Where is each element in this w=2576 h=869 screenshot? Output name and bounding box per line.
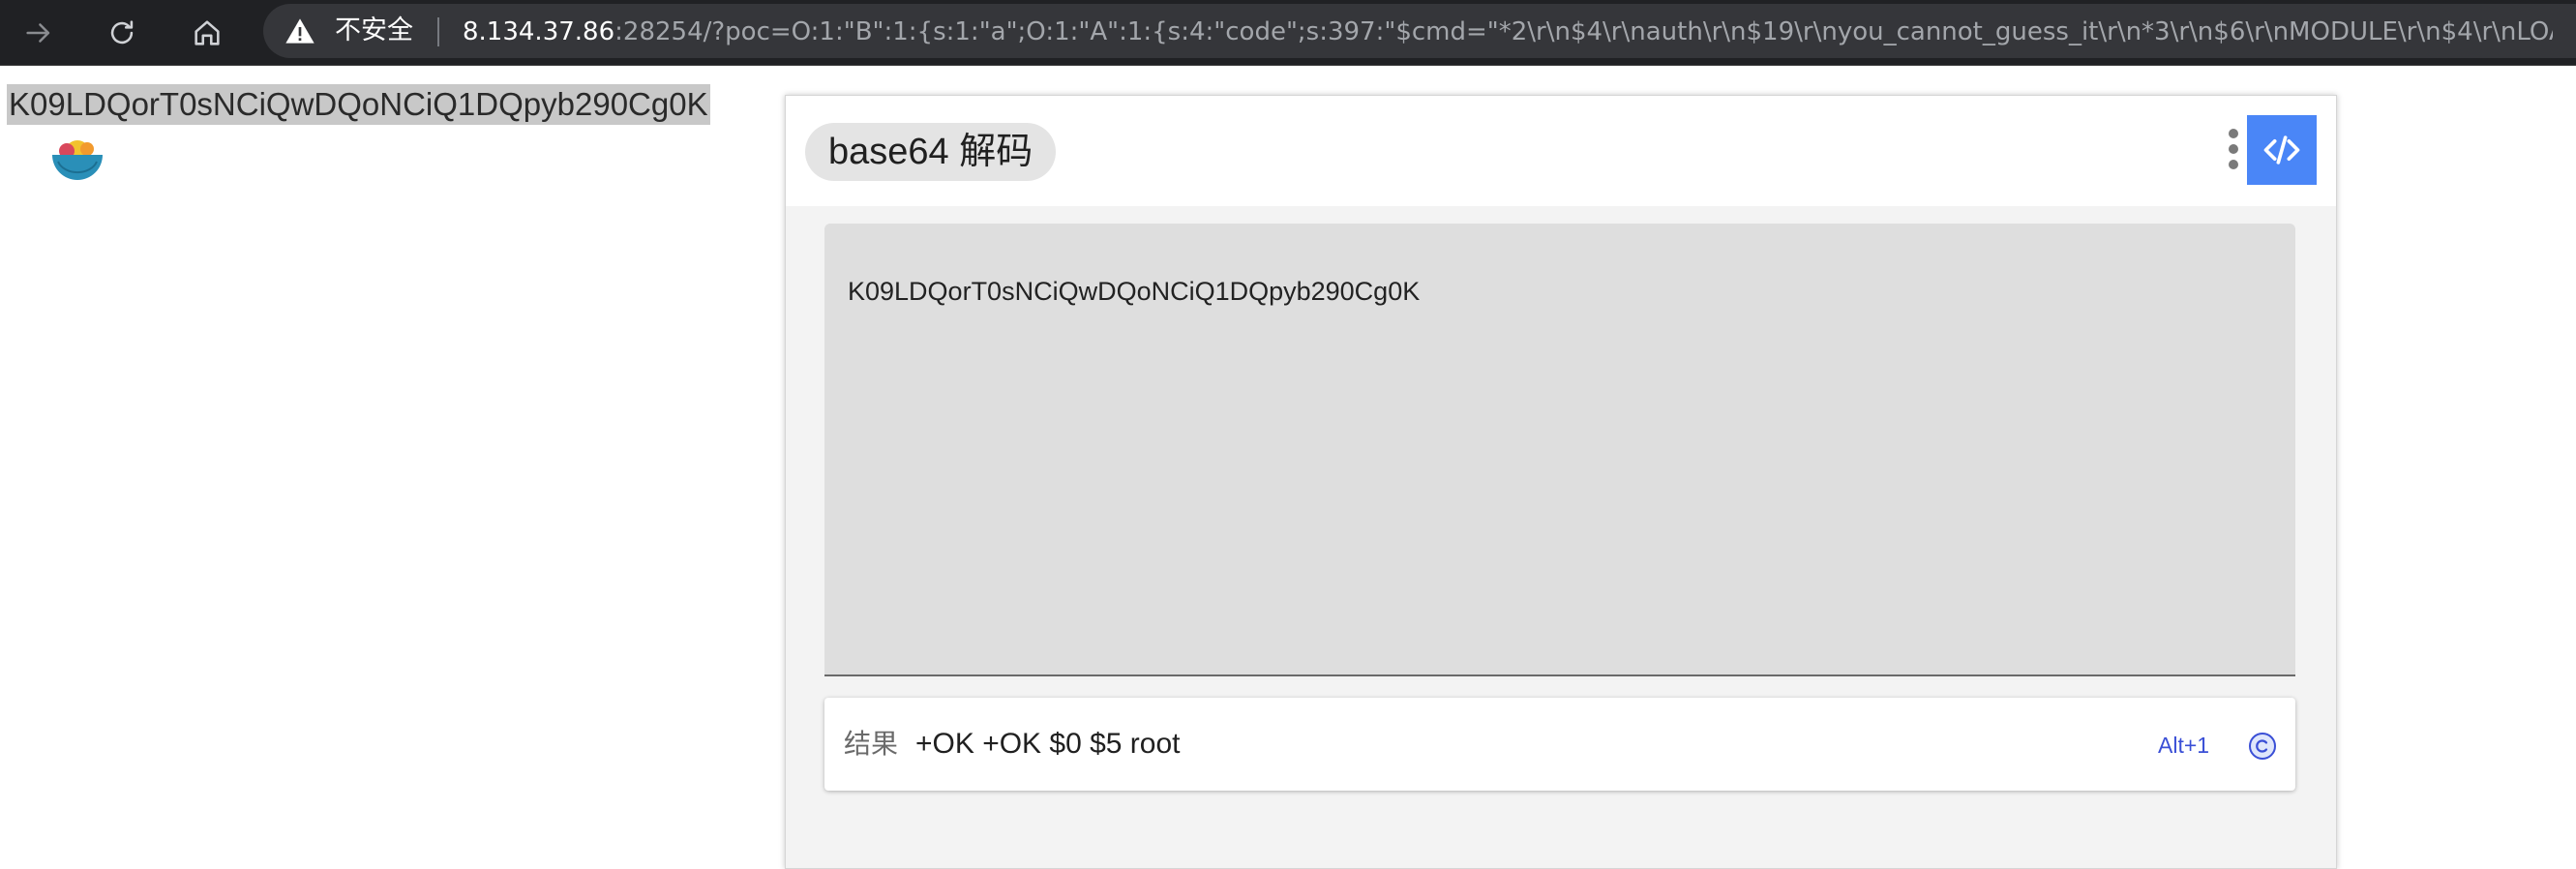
popup-title[interactable]: base64 解码 xyxy=(805,123,1057,181)
forward-button[interactable] xyxy=(17,12,60,54)
selected-text[interactable]: K09LDQorT0sNCiQwDQoNCiQ1DQpyb290Cg0K xyxy=(7,84,710,125)
url-path: :28254/?poc=O:1:"B":1:{s:1:"a";O:1:"A":1… xyxy=(614,17,2553,46)
warning-triangle-icon[interactable] xyxy=(285,15,315,46)
result-value[interactable]: +OK +OK $0 $5 root xyxy=(915,725,1181,764)
shortcut-hint: Alt+1 xyxy=(2158,733,2210,758)
security-status-label[interactable]: 不安全 xyxy=(335,14,413,48)
code-view-button[interactable] xyxy=(2247,115,2317,185)
copy-circle-icon[interactable] xyxy=(2247,731,2278,762)
result-label: 结果 xyxy=(844,728,899,760)
address-divider xyxy=(437,17,439,46)
url-host: 8.134.37.86 xyxy=(463,17,615,46)
address-bar[interactable]: 不安全 8.134.37.86:28254/?poc=O:1:"B":1:{s:… xyxy=(263,4,2576,58)
popup-header: base64 解码 xyxy=(786,96,2336,206)
source-textarea[interactable]: K09LDQorT0sNCiQwDQoNCiQ1DQpyb290Cg0K xyxy=(824,224,2295,676)
home-icon xyxy=(195,20,220,45)
decode-popup: base64 解码 K09LDQorT0sNCiQwDQoNCiQ1DQpyb2… xyxy=(785,95,2337,869)
reload-icon xyxy=(110,20,134,45)
home-button[interactable] xyxy=(186,12,228,54)
url-text[interactable]: 8.134.37.86:28254/?poc=O:1:"B":1:{s:1:"a… xyxy=(463,15,2553,48)
source-text: K09LDQorT0sNCiQwDQoNCiQ1DQpyb290Cg0K xyxy=(848,277,1421,306)
bowl-extension-icon[interactable] xyxy=(48,130,106,188)
arrow-right-icon xyxy=(26,23,50,43)
result-card: 结果 +OK +OK $0 $5 root Alt+1 xyxy=(824,698,2295,791)
reload-button[interactable] xyxy=(101,12,143,54)
more-vertical-icon[interactable] xyxy=(2226,129,2241,177)
code-icon xyxy=(2263,135,2300,165)
browser-toolbar: 不安全 8.134.37.86:28254/?poc=O:1:"B":1:{s:… xyxy=(0,0,2576,66)
